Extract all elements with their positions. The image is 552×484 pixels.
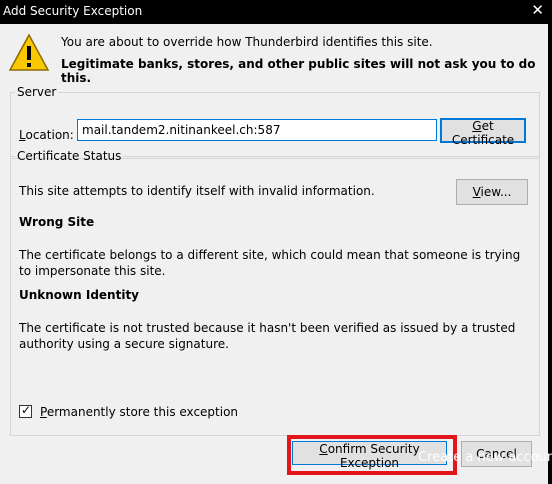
background-window-text: Create a new accoun [418, 450, 552, 465]
close-icon[interactable]: ✕ [531, 1, 544, 19]
location-label: Location: [19, 128, 74, 142]
window-title: Add Security Exception [3, 4, 143, 18]
view-button[interactable]: View... [456, 179, 528, 205]
location-input[interactable] [77, 119, 437, 141]
warning-icon [9, 33, 49, 71]
check-icon: ✓ [21, 403, 32, 417]
certificate-status-legend: Certificate Status [17, 149, 122, 163]
permanent-store-checkbox[interactable]: ✓ [19, 403, 32, 418]
wrong-site-heading: Wrong Site [19, 215, 95, 229]
server-legend: Server [17, 85, 57, 99]
permanent-store-label[interactable]: Permanently store this exception [40, 405, 238, 419]
wrong-site-text: The certificate belongs to a different s… [19, 248, 521, 278]
certificate-status-group: Certificate Status This site attempts to… [10, 149, 540, 436]
server-group: Server Location: Get Certificate [10, 85, 540, 159]
dialog-body: You are about to override how Thunderbir… [0, 24, 552, 484]
title-bar: Add Security Exception ✕ [0, 0, 552, 24]
intro-text: You are about to override how Thunderbir… [61, 35, 433, 49]
unknown-identity-text: The certificate is not trusted because i… [19, 321, 516, 351]
get-certificate-button[interactable]: Get Certificate [440, 118, 526, 147]
intro-warning-text: Legitimate banks, stores, and other publ… [61, 57, 536, 85]
unknown-identity-heading: Unknown Identity [19, 288, 140, 302]
status-intro-text: This site attempts to identify itself wi… [19, 184, 375, 198]
